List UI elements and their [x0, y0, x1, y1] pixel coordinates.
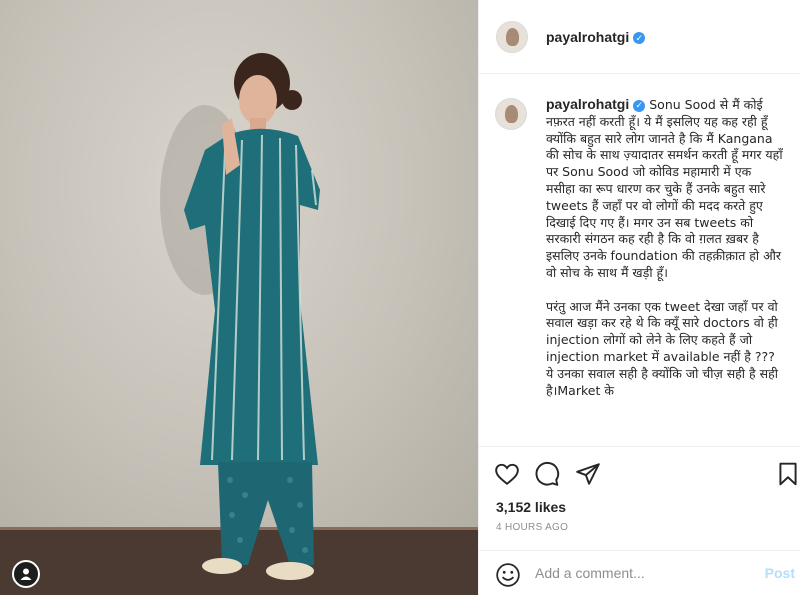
post-comment-button[interactable]: Post — [765, 565, 795, 581]
caption-text: payalrohatgi ✓ Sonu Sood से मैं कोई नफ़रत… — [546, 96, 784, 399]
bookmark-icon[interactable] — [775, 461, 800, 487]
author-avatar[interactable] — [496, 21, 528, 53]
comment-bar: Add a comment... Post — [479, 550, 800, 597]
comment-input[interactable]: Add a comment... — [535, 565, 645, 581]
likes-count[interactable]: 3,152 likes — [496, 499, 566, 515]
post-time[interactable]: 4 HOURS AGO — [496, 522, 568, 533]
post-side-panel: payalrohatgi ✓ payalrohatgi ✓ Sonu Sood से… — [478, 0, 800, 595]
person-figure — [160, 53, 320, 580]
comment-icon[interactable] — [534, 461, 560, 487]
caption-body: Sonu Sood से मैं कोई नफ़रत नहीं करती हूँ… — [546, 97, 783, 398]
verified-icon: ✓ — [633, 31, 646, 44]
post-photo[interactable] — [0, 0, 478, 595]
heart-icon[interactable] — [494, 461, 520, 487]
caption-avatar[interactable] — [495, 98, 527, 130]
caption-area[interactable]: payalrohatgi ✓ Sonu Sood से मैं कोई नफ़रत… — [479, 74, 800, 446]
emoji-icon[interactable] — [495, 562, 521, 588]
verified-icon: ✓ — [633, 99, 646, 112]
header-username[interactable]: payalrohatgi — [546, 29, 629, 45]
user-tag-icon[interactable] — [12, 560, 40, 588]
header-username-wrap: payalrohatgi ✓ — [546, 29, 646, 47]
post-actions: 3,152 likes 4 HOURS AGO Add a comment...… — [479, 446, 800, 596]
share-icon[interactable] — [575, 461, 601, 487]
caption-username[interactable]: payalrohatgi — [546, 96, 629, 112]
instagram-post-modal: payalrohatgi ✓ payalrohatgi ✓ Sonu Sood से… — [0, 0, 800, 595]
post-header: payalrohatgi ✓ — [479, 0, 800, 74]
